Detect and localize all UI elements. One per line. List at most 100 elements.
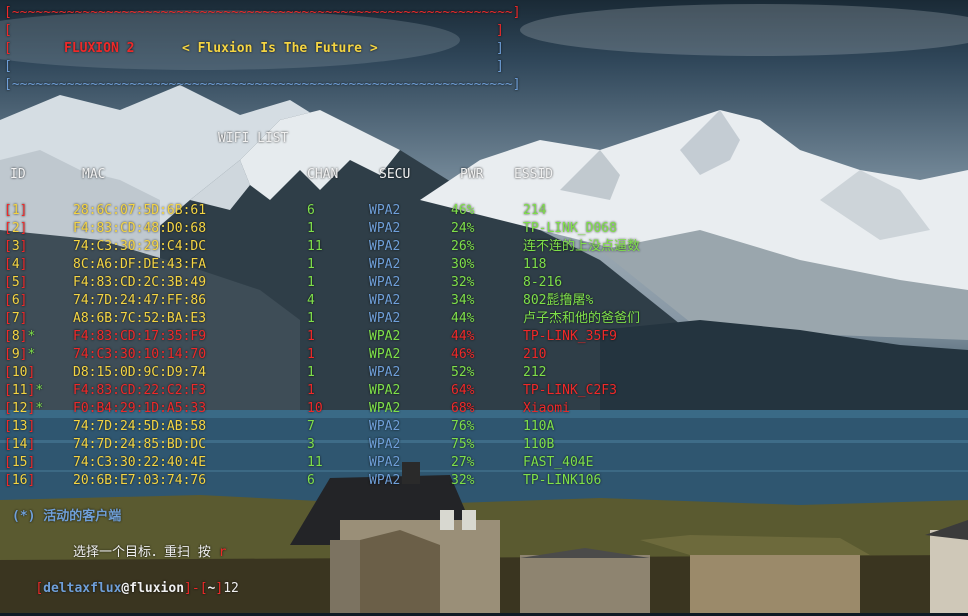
table-row[interactable]: [3] 74:C3:30:29:C4:DC 11 WPA2 26% 连不连的上没点逼数 — [0, 238, 968, 256]
mac-cell: A8:6B:7C:52:BA:E3 — [73, 311, 207, 326]
prompt-dir-open: [ — [199, 581, 208, 596]
id-cell: [1] — [4, 203, 28, 218]
prompt-dash: - — [191, 581, 200, 596]
secu-cell: WPA2 — [369, 419, 401, 434]
secu-cell: WPA2 — [369, 257, 401, 272]
banner-title: FLUXION 2 — [64, 41, 135, 56]
row-id: 10 — [11, 365, 28, 380]
id-cell: [13] — [4, 419, 36, 434]
id-cell: [2] — [4, 221, 28, 236]
chan-cell: 1 — [307, 275, 315, 290]
id-cell: [7] — [4, 311, 28, 326]
table-row[interactable]: [1] 28:6C:07:5D:6B:61 6 WPA2 46% 214 — [0, 202, 968, 220]
shell-prompt[interactable]: [deltaxflux@fluxion]-[~]12 — [4, 562, 239, 596]
id-cell: [8]* — [4, 329, 36, 344]
chan-cell: 1 — [307, 257, 315, 272]
table-row[interactable]: [13] 74:7D:24:5D:AB:58 7 WPA2 76% 110A — [0, 418, 968, 436]
row-id: 15 — [11, 455, 28, 470]
prompt-user: deltaxflux — [43, 581, 122, 596]
secu-cell: WPA2 — [369, 311, 401, 326]
table-row[interactable]: [5] F4:83:CD:2C:3B:49 1 WPA2 32% 8-216 — [0, 274, 968, 292]
pwr-cell: 32% — [451, 473, 475, 488]
id-cell: [4] — [4, 257, 28, 272]
essid-cell: 110B — [523, 437, 555, 452]
banner-blank-line: [] — [4, 59, 504, 74]
pwr-cell: 64% — [451, 383, 475, 398]
pwr-cell: 27% — [451, 455, 475, 470]
chan-cell: 6 — [307, 473, 315, 488]
chan-cell: 1 — [307, 347, 315, 362]
mac-cell: 8C:A6:DF:DE:43:FA — [73, 257, 207, 272]
banner-title-line: [FLUXION 2 < Fluxion Is The Future >] — [4, 41, 504, 56]
chan-cell: 10 — [307, 401, 323, 416]
chan-cell: 1 — [307, 365, 315, 380]
essid-cell: 110A — [523, 419, 555, 434]
pwr-cell: 52% — [451, 365, 475, 380]
table-row[interactable]: [16] 20:6B:E7:03:74:76 6 WPA2 32% TP-LINK106 — [0, 472, 968, 490]
essid-cell: FAST_404E — [523, 455, 594, 470]
select-target-instruction: 选择一个目标．重扫 按 r — [73, 544, 226, 562]
active-client-marker: * — [27, 347, 36, 362]
table-row[interactable]: [11]* F4:83:CD:22:C2:F3 1 WPA2 64% TP-LINK_C2… — [0, 382, 968, 400]
pwr-cell: 44% — [451, 311, 475, 326]
table-row[interactable]: [9]* 74:C3:30:10:14:70 1 WPA2 46% 210 — [0, 346, 968, 364]
secu-cell: WPA2 — [369, 437, 401, 452]
table-row[interactable]: [6] 74:7D:24:47:FF:86 4 WPA2 34% 802髭撸屠% — [0, 292, 968, 310]
active-clients-legend: (*) 活动的客户端 — [12, 509, 122, 524]
table-row[interactable]: [4] 8C:A6:DF:DE:43:FA 1 WPA2 30% 118 — [0, 256, 968, 274]
mac-cell: 28:6C:07:5D:6B:61 — [73, 203, 207, 218]
chan-cell: 7 — [307, 419, 315, 434]
pwr-cell: 30% — [451, 257, 475, 272]
prompt-bracket-close: ] — [184, 581, 192, 596]
row-id: 8 — [11, 329, 20, 344]
mac-cell: 74:C3:30:29:C4:DC — [73, 239, 207, 254]
col-header-id: ID — [10, 167, 26, 182]
essid-cell: 卢子杰和他的爸爸们 — [523, 311, 641, 326]
mac-cell: F0:B4:29:1D:A5:33 — [73, 401, 207, 416]
row-id: 16 — [11, 473, 28, 488]
chan-cell: 11 — [307, 455, 323, 470]
table-row[interactable]: [7] A8:6B:7C:52:BA:E3 1 WPA2 44% 卢子杰和他的爸爸们 — [0, 310, 968, 328]
prompt-bracket-open: [ — [35, 581, 44, 596]
id-cell: [5] — [4, 275, 28, 290]
prompt-dir-close: ] — [215, 581, 224, 596]
secu-cell: WPA2 — [369, 329, 401, 344]
id-cell: [11]* — [4, 383, 44, 398]
mac-cell: 74:7D:24:47:FF:86 — [73, 293, 207, 308]
prompt-input[interactable]: 12 — [223, 581, 239, 596]
col-header-mac: MAC — [82, 167, 106, 182]
mac-cell: F4:83:CD:17:35:F9 — [73, 329, 207, 344]
table-row[interactable]: [15] 74:C3:30:22:40:4E 11 WPA2 27% FAST_404E — [0, 454, 968, 472]
wifi-list-title: WIFI LIST — [218, 131, 289, 146]
table-row[interactable]: [14] 74:7D:24:85:BD:DC 3 WPA2 75% 110B — [0, 436, 968, 454]
id-cell: [3] — [4, 239, 28, 254]
table-row[interactable]: [12]* F0:B4:29:1D:A5:33 10 WPA2 68% Xiaomi — [0, 400, 968, 418]
table-row[interactable]: [10] D8:15:0D:9C:D9:74 1 WPA2 52% 212 — [0, 364, 968, 382]
essid-cell: TP-LINK106 — [523, 473, 602, 488]
mac-cell: 74:7D:24:5D:AB:58 — [73, 419, 207, 434]
row-id: 14 — [11, 437, 28, 452]
id-cell: [16] — [4, 473, 36, 488]
row-id: 9 — [11, 347, 20, 362]
pwr-cell: 24% — [451, 221, 475, 236]
essid-cell: 802髭撸屠% — [523, 293, 594, 308]
id-cell: [9]* — [4, 347, 36, 362]
mac-cell: 20:6B:E7:03:74:76 — [73, 473, 207, 488]
mac-cell: F4:83:CD:2C:3B:49 — [73, 275, 207, 290]
row-id: 12 — [11, 401, 28, 416]
col-header-pwr: PWR — [460, 167, 484, 182]
instruction-text: 选择一个目标．重扫 按 — [73, 545, 211, 560]
pwr-cell: 46% — [451, 347, 475, 362]
chan-cell: 6 — [307, 203, 315, 218]
essid-cell: TP-LINK_C2F3 — [523, 383, 617, 398]
pwr-cell: 68% — [451, 401, 475, 416]
secu-cell: WPA2 — [369, 221, 401, 236]
secu-cell: WPA2 — [369, 473, 401, 488]
col-header-secu: SECU — [379, 167, 411, 182]
table-row[interactable]: [8]* F4:83:CD:17:35:F9 1 WPA2 44% TP-LINK_35F… — [0, 328, 968, 346]
banner-tagline: < Fluxion Is The Future > — [182, 41, 378, 56]
table-row[interactable]: [2] F4:83:CD:48:D0:68 1 WPA2 24% TP-LINK_D068 — [0, 220, 968, 238]
chan-cell: 11 — [307, 239, 323, 254]
col-header-essid: ESSID — [514, 167, 554, 182]
pwr-cell: 26% — [451, 239, 475, 254]
